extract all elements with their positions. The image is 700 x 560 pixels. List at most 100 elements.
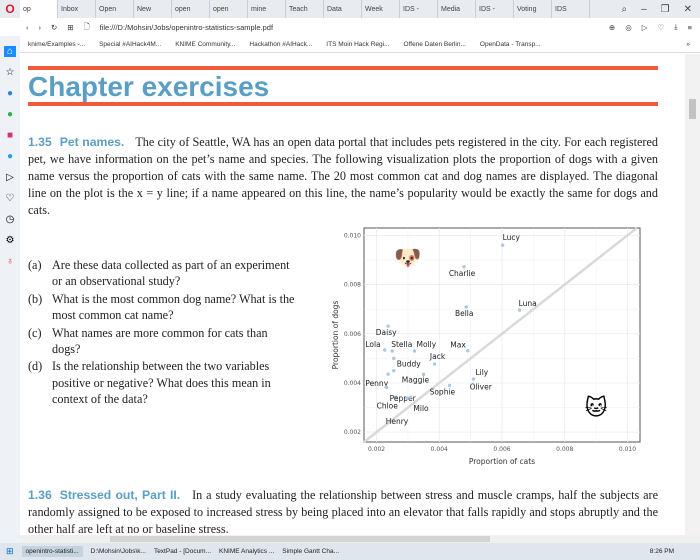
minimize-button[interactable]: – (641, 4, 647, 15)
reload-icon[interactable]: ↻ (51, 23, 57, 32)
data-point (447, 383, 452, 388)
data-point (421, 372, 426, 377)
x-axis-label: Proportion of cats (469, 457, 535, 466)
x-tick-label: 0.004 (431, 446, 448, 453)
point-label: Pepper (390, 394, 417, 403)
bookmark-item[interactable]: Offene Daten Berlin... (404, 41, 466, 48)
point-label: Max (450, 341, 466, 350)
tab-label: open (213, 5, 229, 13)
tab-label: mine (251, 5, 267, 13)
exercise-1-35: 1.35 Pet names. The city of Seattle, WA h… (28, 135, 658, 217)
x-tick-label: 0.006 (493, 446, 510, 453)
heart-icon[interactable]: ♡ (6, 193, 15, 204)
point-label: Daisy (376, 328, 397, 337)
data-point (405, 396, 409, 400)
y-tick-label: 0.006 (344, 331, 361, 338)
browser-tab[interactable]: Media (438, 0, 476, 18)
restore-button[interactable]: ❐ (661, 4, 670, 15)
page-title: Chapter exercises (28, 71, 270, 102)
bookmark-item[interactable]: knime/Examples -... (28, 41, 85, 48)
data-point (392, 356, 396, 361)
tab-label: IDS (555, 5, 567, 13)
browser-tab[interactable]: open (172, 0, 210, 18)
browser-tab[interactable]: Teach (286, 0, 324, 18)
data-point (386, 372, 390, 376)
point-label: Charlie (449, 269, 476, 278)
browser-tab[interactable]: IDS - (400, 0, 438, 18)
download-icon[interactable]: ⤓ (674, 22, 677, 32)
taskbar-item[interactable]: KNIME Analytics ... (219, 548, 274, 555)
point-label: Bella (455, 309, 474, 318)
data-point (500, 243, 505, 247)
vertical-scrollbar[interactable] (685, 54, 700, 535)
instagram-icon[interactable]: ■ (7, 130, 13, 141)
bookmark-item[interactable]: KNIME Community... (175, 41, 235, 48)
home-icon[interactable]: ⌂ (3, 46, 17, 57)
data-point (517, 308, 522, 312)
tab-label: Data (327, 5, 342, 13)
forward-icon[interactable]: › (39, 23, 42, 32)
data-point (466, 349, 470, 353)
browser-tab[interactable]: Inbox (58, 0, 96, 18)
browser-tab[interactable]: IDS - (476, 0, 514, 18)
browser-tab[interactable]: op (20, 0, 58, 18)
bookmark-item[interactable]: Special #AIHack4M... (99, 41, 161, 48)
browser-tab[interactable]: IDS (552, 0, 590, 18)
windows-start-icon[interactable]: ⊞ (6, 546, 14, 557)
browser-tab[interactable]: Data (324, 0, 362, 18)
browser-tab[interactable]: New (134, 0, 172, 18)
taskbar-item[interactable]: Simple Gantt Cha... (282, 548, 339, 555)
more-bookmarks-icon[interactable]: » (686, 41, 700, 48)
taskbar-item[interactable]: TextPad - [Docum... (154, 548, 211, 555)
heart-icon[interactable]: ♡ (658, 23, 665, 32)
point-label: Oliver (470, 382, 493, 391)
point-label: Luna (519, 299, 537, 308)
address-bar: ‹ › ↻ ⊞ 🗋 file:///D:/Mohsin/Jobs/openintro-s… (20, 18, 700, 36)
question-item: (b) What is the most common dog name? Wha… (28, 291, 295, 323)
tabs-grid-icon[interactable]: ⊞ (67, 23, 73, 32)
bookmark-item[interactable]: Hackathon #AIHack... (249, 41, 312, 48)
scatter-chart: 0.002 0.004 0.006 0.008 0.010 0.002 0.004 0.006… (331, 227, 641, 466)
search-tabs-icon[interactable]: ⌕ (621, 4, 627, 15)
tab-label: Inbox (61, 5, 79, 13)
browser-tab[interactable]: open (210, 0, 248, 18)
bookmark-item[interactable]: OpenData - Transp... (480, 41, 541, 48)
twitter-icon[interactable]: ● (7, 151, 13, 162)
y-axis-label: Proportion of dogs (331, 301, 340, 370)
tab-label: New (137, 5, 152, 13)
close-button[interactable]: ✕ (684, 4, 692, 15)
send-icon[interactable]: ▷ (6, 172, 14, 183)
bookmark-item[interactable]: ITS Moin Hack Regi... (326, 41, 389, 48)
opera-logo-icon[interactable]: O (0, 2, 20, 16)
browser-tab[interactable]: Week (362, 0, 400, 18)
horizontal-scrollbar[interactable] (20, 535, 700, 543)
x-tick-label: 0.002 (368, 446, 385, 453)
tab-bar: O op Inbox Open New open open mine Teach Data Wee… (0, 0, 700, 18)
tab-label: Open (99, 5, 117, 13)
zoom-icon[interactable]: ⊕ (609, 23, 615, 32)
data-point (412, 349, 417, 353)
snapshot-icon[interactable]: ◎ (625, 23, 632, 32)
send-icon[interactable]: ▷ (642, 23, 648, 32)
browser-tab[interactable]: Open (96, 0, 134, 18)
back-icon[interactable]: ‹ (26, 23, 29, 32)
point-label: Jack (429, 352, 446, 361)
x-tick-label: 0.008 (556, 446, 573, 453)
tab-label: Teach (289, 5, 308, 13)
url-field[interactable]: file:///D:/Mohsin/Jobs/openintro-statist… (100, 23, 599, 32)
browser-tab[interactable]: Voting (514, 0, 552, 18)
dog-face-icon: 🐶 (394, 246, 421, 271)
taskbar-item[interactable]: D:\Mohsin\Jobs\k... (91, 548, 146, 555)
clock: 8:26 PM (649, 548, 674, 555)
menu-icon[interactable]: ≡ (688, 23, 700, 32)
whatsapp-icon[interactable]: ● (7, 109, 13, 120)
data-point (383, 348, 387, 352)
exercise-1-36: 1.36 Stressed out, Part II. In a study ev… (28, 488, 659, 535)
taskbar-item[interactable]: openintro-statisti... (21, 546, 83, 557)
history-icon[interactable]: ◷ (6, 214, 15, 225)
pin-icon[interactable]: ♁ (6, 256, 14, 267)
browser-tab[interactable]: mine (248, 0, 286, 18)
messenger-icon[interactable]: ● (7, 88, 13, 99)
settings-icon[interactable]: ⚙ (6, 235, 15, 246)
bookmark-icon[interactable]: ☆ (6, 67, 15, 78)
